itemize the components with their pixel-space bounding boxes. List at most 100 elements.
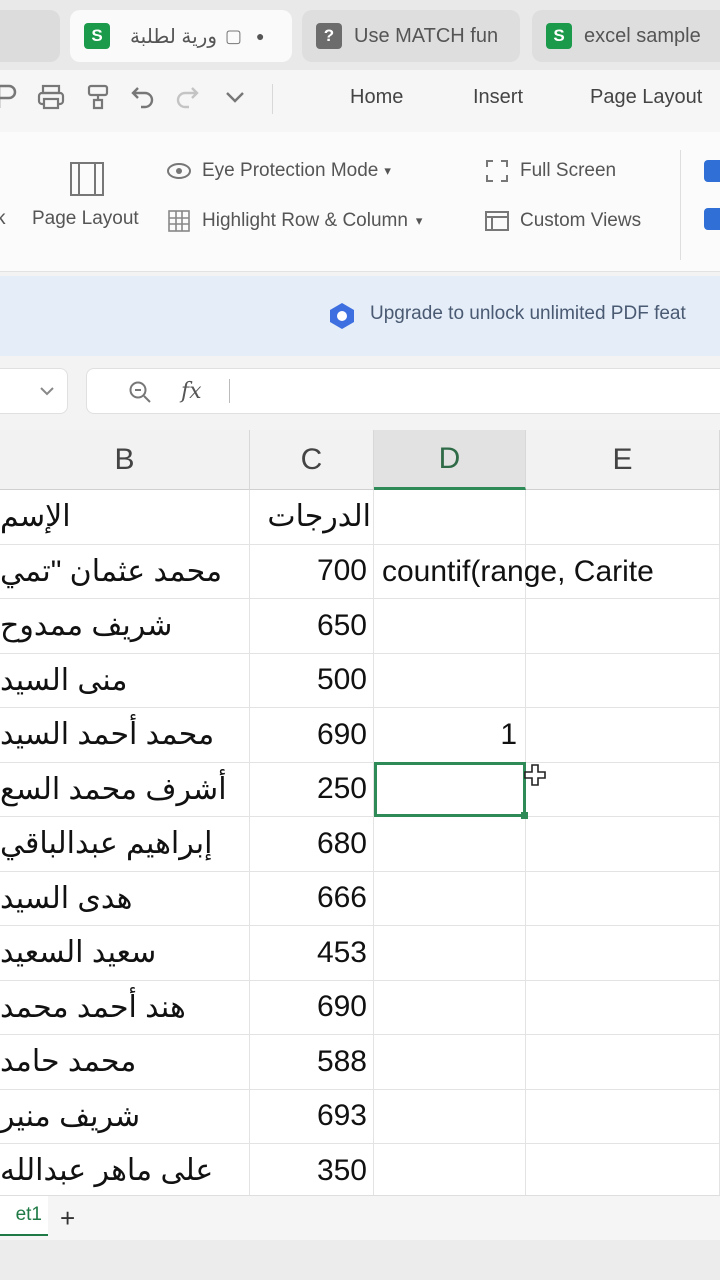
- cell-e[interactable]: [526, 817, 720, 872]
- cell-name[interactable]: محمد حامد: [0, 1035, 250, 1090]
- cell-e[interactable]: [526, 490, 720, 545]
- cell-score[interactable]: 680: [250, 817, 374, 872]
- banner-text[interactable]: Upgrade to unlock unlimited PDF feat: [370, 303, 686, 325]
- full-screen-label: Full Screen: [520, 160, 617, 181]
- cell-score[interactable]: 693: [250, 1089, 374, 1144]
- cell-e[interactable]: [526, 708, 720, 763]
- column-header-b[interactable]: B: [0, 430, 250, 490]
- cell-d[interactable]: [374, 599, 526, 654]
- sheet-tab-bar: [0, 1195, 720, 1240]
- cell-name[interactable]: محمد عثمان "تمي: [0, 544, 250, 599]
- tab-active[interactable]: S ورية لطلبة ▢ ●: [70, 10, 292, 62]
- help-icon: ?: [316, 23, 342, 49]
- column-header-d[interactable]: D: [374, 430, 526, 490]
- chevron-down-icon[interactable]: [220, 82, 250, 112]
- cell-d[interactable]: [374, 980, 526, 1035]
- cell-name[interactable]: سعيد السعيد: [0, 926, 250, 981]
- cell-name[interactable]: إبراهيم عبدالباقي: [0, 817, 250, 872]
- cell-d[interactable]: [374, 817, 526, 872]
- spreadsheet-grid[interactable]: B C D E الإسم الدرجات محمد عثمان "تمي 700…: [0, 430, 720, 1195]
- sheet-icon: S: [546, 23, 572, 49]
- full-screen-button[interactable]: Full Screen: [484, 158, 616, 184]
- cell-e[interactable]: [526, 871, 720, 926]
- cell-d-formula-text[interactable]: countif(range, Carite: [382, 555, 654, 589]
- sheet-tab[interactable]: et1: [0, 1196, 48, 1236]
- cell-e[interactable]: [526, 1144, 720, 1195]
- cell-e[interactable]: [526, 980, 720, 1035]
- page-layout-icon[interactable]: [68, 160, 106, 198]
- print-preview-icon[interactable]: [0, 82, 22, 112]
- ribbon-partial-label[interactable]: k: [0, 208, 6, 230]
- checkbox-checked[interactable]: [704, 208, 720, 230]
- status-bar: [0, 1240, 720, 1280]
- cell-d[interactable]: [374, 926, 526, 981]
- cell-d[interactable]: [374, 490, 526, 545]
- column-header-e[interactable]: E: [526, 430, 720, 490]
- cell-score[interactable]: 650: [250, 599, 374, 654]
- cell-score-header[interactable]: الدرجات: [250, 490, 374, 545]
- selected-cell[interactable]: [374, 762, 528, 819]
- zoom-search-icon[interactable]: [127, 379, 153, 405]
- cell-name[interactable]: شريف ممدوح: [0, 599, 250, 654]
- menu-home[interactable]: Home: [350, 86, 403, 109]
- table-row: شريف ممدوح 650: [0, 599, 720, 654]
- cell-name[interactable]: هدى السيد: [0, 871, 250, 926]
- menu-page-layout[interactable]: Page Layout: [590, 86, 702, 109]
- table-row: محمد حامد 588: [0, 1035, 720, 1090]
- cell-e[interactable]: [526, 599, 720, 654]
- cell-score[interactable]: 666: [250, 871, 374, 926]
- cell-d[interactable]: [374, 1035, 526, 1090]
- cell-e[interactable]: [526, 926, 720, 981]
- cell-e[interactable]: [526, 1035, 720, 1090]
- cell-score[interactable]: 453: [250, 926, 374, 981]
- cell-score[interactable]: 500: [250, 653, 374, 708]
- cell-e[interactable]: [526, 762, 720, 817]
- cell-name[interactable]: على ماهر عبدالله: [0, 1144, 250, 1195]
- table-row-header: الإسم الدرجات: [0, 490, 720, 545]
- redo-icon[interactable]: [172, 82, 202, 112]
- eye-protection-label: Eye Protection Mode: [202, 160, 379, 181]
- cell-d[interactable]: [374, 653, 526, 708]
- cell-name[interactable]: شريف منير: [0, 1089, 250, 1144]
- cell-score[interactable]: 250: [250, 762, 374, 817]
- cell-e[interactable]: [526, 1089, 720, 1144]
- cell-score[interactable]: 588: [250, 1035, 374, 1090]
- window-icon: ▢: [225, 25, 243, 46]
- chevron-down-icon: ▾: [415, 213, 423, 228]
- cell-d[interactable]: [374, 871, 526, 926]
- custom-views-button[interactable]: Custom Views: [484, 208, 641, 234]
- cell-score[interactable]: 700: [250, 544, 374, 599]
- menu-insert[interactable]: Insert: [473, 86, 523, 109]
- close-dot-icon[interactable]: ●: [256, 28, 264, 44]
- cell-name[interactable]: أشرف محمد السع: [0, 762, 250, 817]
- fx-icon[interactable]: fx: [181, 379, 202, 404]
- cell-name[interactable]: هند أحمد محمد: [0, 980, 250, 1035]
- cell-name-header[interactable]: الإسم: [0, 490, 250, 545]
- tab-label: Use MATCH fun: [354, 24, 499, 47]
- column-header-c[interactable]: C: [250, 430, 374, 490]
- table-row: سعيد السعيد 453: [0, 926, 720, 981]
- undo-icon[interactable]: [128, 82, 158, 112]
- cell-name[interactable]: منى السيد: [0, 653, 250, 708]
- cell-d[interactable]: [374, 1144, 526, 1195]
- highlight-row-column-button[interactable]: Highlight Row & Column ▾: [166, 208, 422, 234]
- eye-protection-button[interactable]: Eye Protection Mode ▾: [166, 158, 391, 184]
- tab-excel-sample[interactable]: S excel sample: [532, 10, 720, 62]
- checkbox-checked[interactable]: [704, 160, 720, 182]
- page-layout-view-button[interactable]: Page Layout: [32, 208, 139, 230]
- name-box[interactable]: [0, 368, 68, 414]
- cell-name[interactable]: محمد أحمد السيد: [0, 708, 250, 763]
- add-sheet-button[interactable]: +: [60, 1203, 75, 1234]
- formula-input[interactable]: fx: [86, 368, 720, 414]
- table-row: هند أحمد محمد 690: [0, 980, 720, 1035]
- cell-d[interactable]: [374, 1089, 526, 1144]
- tab-match[interactable]: ? Use MATCH fun: [302, 10, 520, 62]
- print-icon[interactable]: [36, 82, 66, 112]
- format-painter-icon[interactable]: [84, 82, 114, 112]
- cell-score[interactable]: 350: [250, 1144, 374, 1195]
- cell-score[interactable]: 690: [250, 980, 374, 1035]
- tab-partial[interactable]: [0, 10, 60, 62]
- cell-d[interactable]: 1: [374, 708, 526, 763]
- cell-score[interactable]: 690: [250, 708, 374, 763]
- cell-e[interactable]: [526, 653, 720, 708]
